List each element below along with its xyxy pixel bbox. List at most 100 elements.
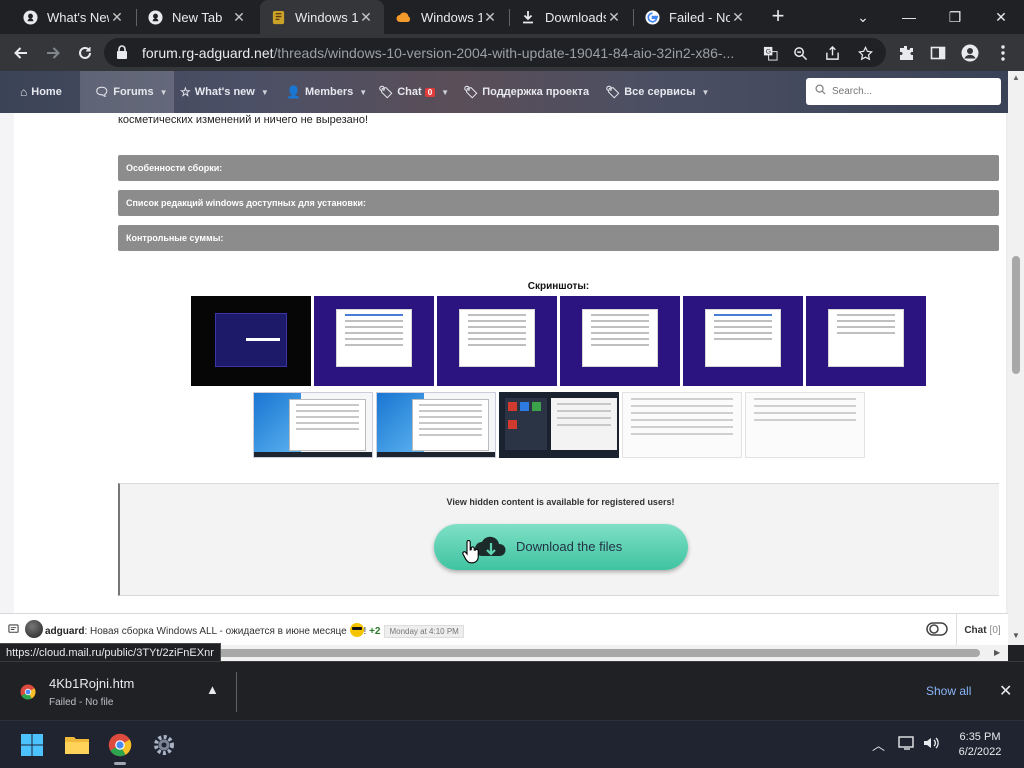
share-icon[interactable]	[822, 43, 842, 63]
screenshot-thumbnail[interactable]	[683, 296, 803, 386]
tab-title: New Tab	[172, 9, 223, 25]
forward-arrow-icon	[47, 47, 60, 59]
download-files-label: Download the files	[516, 539, 623, 554]
side-panel-icon[interactable]	[925, 40, 951, 66]
nav-all-services-label: Все сервисы	[624, 86, 696, 98]
close-tab-icon[interactable]: ✕	[231, 9, 247, 26]
avatar[interactable]	[25, 620, 43, 638]
nav-chat[interactable]: 🏷 Chat 0 ▼	[378, 71, 449, 113]
shout-more-count[interactable]: +2	[369, 626, 380, 637]
toggle-icon[interactable]	[926, 622, 948, 636]
show-all-link[interactable]: Show all	[926, 684, 971, 698]
screenshot-thumbnail[interactable]	[437, 296, 557, 386]
back-button[interactable]	[8, 40, 34, 66]
volume-icon[interactable]	[922, 735, 940, 754]
search-input[interactable]	[832, 82, 992, 101]
tab-failed[interactable]: Failed - No ✕	[634, 0, 756, 34]
spoiler-checksums[interactable]: Контрольные суммы:	[118, 225, 999, 251]
download-file-name[interactable]: 4Kb1Rojni.htm	[49, 676, 134, 691]
taskbar-clock[interactable]: 6:35 PM 6/2/2022	[948, 730, 1012, 760]
chevron-down-icon[interactable]: ▼	[160, 88, 168, 97]
screenshot-thumbnail[interactable]	[253, 392, 373, 458]
url-path: /threads/windows-10-version-2004-with-up…	[273, 45, 735, 61]
network-icon[interactable]	[898, 735, 916, 754]
close-tab-icon[interactable]: ✕	[358, 9, 374, 26]
profile-avatar-icon[interactable]	[957, 40, 983, 66]
screenshot-thumbnail[interactable]	[499, 392, 619, 458]
lock-icon[interactable]	[116, 45, 128, 59]
scroll-down-icon[interactable]: ▼	[1012, 631, 1020, 640]
chrome-taskbar-button[interactable]	[104, 729, 136, 765]
nav-all-services[interactable]: 🏷 Все сервисы ▼	[605, 71, 709, 113]
new-tab-button[interactable]: +	[766, 5, 790, 29]
close-tab-icon[interactable]: ✕	[730, 9, 746, 26]
forward-button[interactable]	[40, 40, 66, 66]
tab-whats-new[interactable]: What's New ✕	[12, 0, 135, 34]
screenshot-thumbnail[interactable]	[560, 296, 680, 386]
shout-timestamp: Monday at 4:10 PM	[384, 625, 464, 638]
address-bar[interactable]: forum.rg-adguard.net/threads/windows-10-…	[104, 38, 886, 67]
tab-title: What's New	[47, 9, 109, 25]
screenshot-thumbnail[interactable]	[622, 392, 742, 458]
spoiler-features[interactable]: Особенности сборки:	[118, 155, 999, 181]
chat-count-badge: 0	[424, 87, 436, 97]
nav-whats-new-label: What's new	[194, 86, 255, 98]
chrome-file-icon	[20, 684, 36, 700]
close-shelf-icon[interactable]: ✕	[999, 681, 1012, 701]
extensions-icon[interactable]	[893, 40, 919, 66]
cloud-favicon-icon	[396, 9, 412, 25]
vertical-scroll-thumb[interactable]	[1012, 256, 1020, 374]
forum-search-box[interactable]	[806, 78, 1001, 105]
chevron-down-icon[interactable]: ▼	[359, 88, 367, 97]
close-tab-icon[interactable]: ✕	[109, 9, 125, 26]
nav-support[interactable]: 🏷 Поддержка проекта	[463, 71, 589, 113]
file-explorer-button[interactable]	[61, 729, 93, 761]
tab-windows-10-cloud[interactable]: Windows 10 ✕	[386, 0, 508, 34]
nav-members[interactable]: 👤 Members ▼	[286, 71, 367, 113]
post-text: косметических изменений и ничего не выре…	[118, 114, 369, 126]
nav-whats-new[interactable]: ☆ What's new ▼	[180, 71, 269, 113]
screenshot-thumbnail[interactable]	[314, 296, 434, 386]
close-window-button[interactable]: ✕	[978, 0, 1024, 34]
close-tab-icon[interactable]: ✕	[482, 9, 498, 26]
shelf-divider	[236, 672, 237, 712]
tab-downloads[interactable]: Downloads ✕	[510, 0, 632, 34]
minimize-button[interactable]: —	[886, 0, 932, 34]
tab-new-tab[interactable]: New Tab ✕	[137, 0, 257, 34]
vertical-scrollbar[interactable]: ▲ ▼	[1008, 71, 1024, 645]
translate-icon[interactable]: G	[760, 43, 780, 63]
browser-toolbar: forum.rg-adguard.net/threads/windows-10-…	[0, 34, 1024, 71]
scroll-right-icon[interactable]: ▶	[994, 648, 1000, 657]
folder-icon	[65, 737, 89, 754]
nav-forums[interactable]: 🗨 Forums ▼	[80, 71, 174, 113]
bookmark-star-icon[interactable]	[855, 43, 875, 63]
settings-taskbar-button[interactable]	[148, 729, 180, 761]
url-text[interactable]: forum.rg-adguard.net/threads/windows-10-…	[142, 45, 752, 61]
reload-button[interactable]	[72, 40, 98, 66]
nav-home[interactable]: ⌂ Home	[20, 71, 62, 113]
tab-search-chevron-icon[interactable]: ⌄	[840, 0, 886, 34]
chevron-down-icon[interactable]: ▼	[261, 88, 269, 97]
chevron-down-icon[interactable]: ▼	[441, 88, 449, 97]
screenshot-thumbnail[interactable]	[376, 392, 496, 458]
user-icon: 👤	[286, 85, 301, 99]
spoiler-editions[interactable]: Список редакций windows доступных для ус…	[118, 190, 999, 216]
tab-windows-10-active[interactable]: Windows 10 ✕	[260, 0, 384, 34]
comment-icon[interactable]	[8, 624, 19, 635]
screenshot-thumbnail[interactable]	[806, 296, 926, 386]
svg-text:G: G	[765, 48, 770, 55]
screenshot-thumbnail[interactable]	[745, 392, 865, 458]
chevron-down-icon[interactable]: ▼	[701, 88, 709, 97]
chevron-up-icon[interactable]: ▲	[206, 682, 219, 697]
close-tab-icon[interactable]: ✕	[606, 9, 622, 26]
scroll-up-icon[interactable]: ▲	[1012, 73, 1020, 82]
download-files-button[interactable]: Download the files	[434, 524, 688, 570]
chat-button[interactable]: Chat [0]	[956, 614, 1008, 646]
screenshot-thumbnail[interactable]	[191, 296, 311, 386]
tray-chevron-up-icon[interactable]: ︿	[872, 735, 885, 754]
zoom-icon[interactable]	[790, 43, 810, 63]
shout-username[interactable]: adguard	[45, 626, 84, 637]
restore-button[interactable]: ❐	[932, 0, 978, 34]
start-button[interactable]	[16, 729, 48, 761]
browser-menu-icon[interactable]	[990, 40, 1016, 66]
